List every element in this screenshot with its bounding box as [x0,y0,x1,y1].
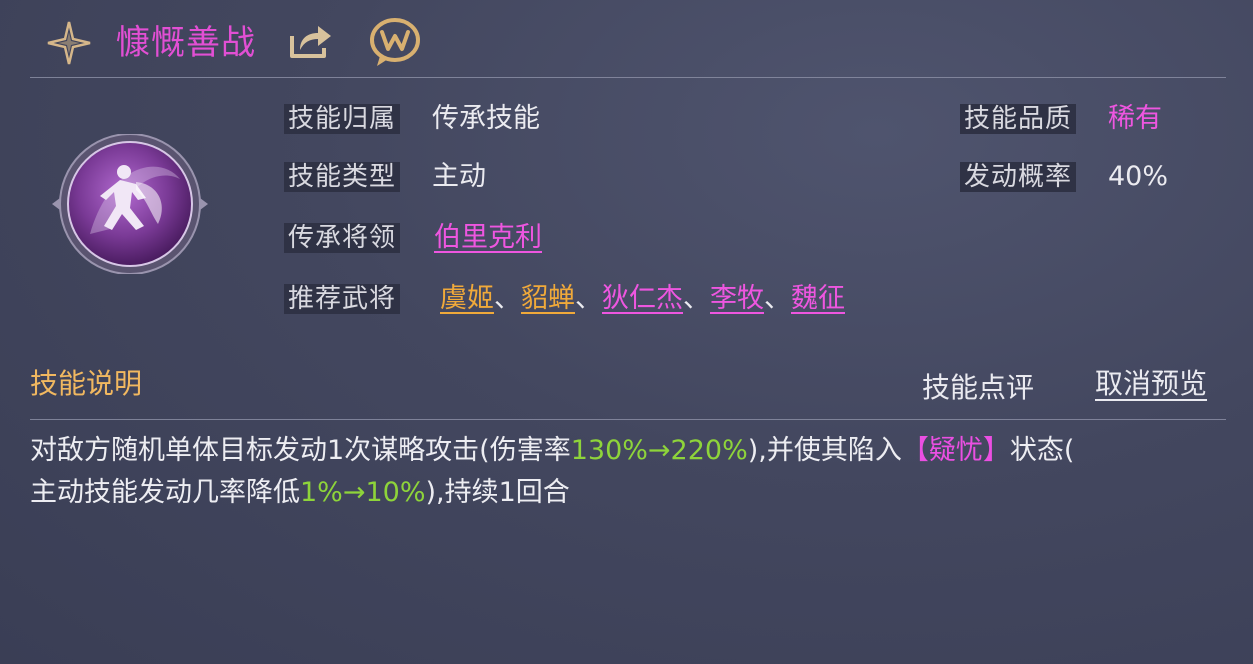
inherit-label: 传承将领 [284,223,401,253]
recommended-generals: 虞姬、貂蝉、狄仁杰、李牧、魏征 [440,282,845,316]
quality-label: 技能品质 [960,104,1077,134]
desc-text: 主动技能发动几率降低 [30,477,300,508]
reduction-rate-value: 1%→10% [300,477,426,508]
belong-value: 传承技能 [432,103,540,134]
recommended-general-link[interactable]: 虞姬 [440,283,494,314]
skill-description: 对敌方随机单体目标发动1次谋略攻击(伤害率130%→220%),并使其陷入【疑忧… [30,430,1230,514]
type-value: 主动 [432,161,486,192]
recommended-general-link[interactable]: 狄仁杰 [602,283,683,314]
quality-label-wrap: 技能品质 [960,102,1077,136]
description-divider [30,419,1226,420]
belong-label: 技能归属 [284,104,401,134]
status-effect-name: 【疑忧】 [901,435,1010,466]
share-icon[interactable] [286,22,334,62]
desc-text: ),并使其陷入 [747,435,902,466]
skill-title: 慷慨善战 [116,23,256,63]
star-compass-icon [47,21,91,65]
recommend-label-wrap: 推荐武将 [284,282,401,316]
separator: 、 [575,283,602,314]
description-line-2: 主动技能发动几率降低1%→10%),持续1回合 [30,472,1230,514]
separator: 、 [494,283,521,314]
separator: 、 [764,283,791,314]
wechat-icon[interactable] [368,16,422,68]
damage-rate-value: 130%→220% [570,435,748,466]
cancel-preview-button[interactable]: 取消预览 [1095,366,1207,402]
desc-text: 状态( [1009,435,1075,466]
desc-text: ),持续1回合 [425,477,570,508]
desc-text: 对敌方随机单体目标发动1次谋略攻击(伤害率 [30,435,571,466]
inherit-general-link[interactable]: 伯里克利 [434,221,542,255]
recommended-general-link[interactable]: 李牧 [710,283,764,314]
header-divider [30,77,1226,78]
running-figure-emblem [52,134,208,274]
inherit-label-wrap: 传承将领 [284,221,401,255]
recommend-label: 推荐武将 [284,284,401,314]
belong-label-wrap: 技能归属 [284,102,401,136]
separator: 、 [683,283,710,314]
skill-review-button[interactable]: 技能点评 [922,370,1034,406]
type-label-wrap: 技能类型 [284,160,401,194]
type-label: 技能类型 [284,162,401,192]
recommended-general-link[interactable]: 貂蝉 [521,283,575,314]
chance-value: 40% [1108,161,1169,192]
description-title: 技能说明 [30,367,143,400]
chance-label: 发动概率 [960,162,1077,192]
chance-label-wrap: 发动概率 [960,160,1077,194]
recommended-general-link[interactable]: 魏征 [791,283,845,314]
quality-value: 稀有 [1108,103,1162,134]
description-line-1: 对敌方随机单体目标发动1次谋略攻击(伤害率130%→220%),并使其陷入【疑忧… [30,430,1230,472]
